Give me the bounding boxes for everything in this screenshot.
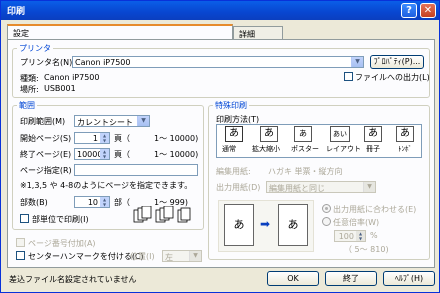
start-page-input[interactable]: 1 ▲ ▼	[74, 132, 110, 144]
position-select[interactable]: 左 ▼	[162, 250, 202, 262]
chevron-down-icon: ▼	[137, 116, 149, 126]
copies-label: 部数(B)	[20, 198, 48, 207]
print-range-value: カレントシート	[77, 118, 133, 127]
output-paper-value: 編集用紙と同じ	[269, 184, 325, 193]
title-bar: 印刷 ? ✕	[1, 1, 439, 20]
method-trim-label: ﾄﾝﾎﾞ	[398, 145, 412, 153]
output-paper-select[interactable]: 編集用紙と同じ ▼	[266, 181, 376, 193]
ok-button[interactable]: OK	[267, 271, 319, 286]
printer-name-label: プリンタ名(N)	[20, 58, 73, 67]
arbitrary-zoom-label: 任意倍率(W)	[333, 218, 380, 227]
fit-paper-radio[interactable]	[322, 204, 331, 213]
method-poster-icon[interactable]: あ	[294, 126, 312, 142]
close-button[interactable]: 終了	[325, 271, 377, 286]
merge-file-value: 設定されていません	[65, 275, 137, 284]
tab-details[interactable]: 詳細	[233, 26, 283, 39]
print-range-select[interactable]: カレントシート ▼	[74, 115, 150, 127]
arrow-right-icon: ➡	[260, 217, 271, 231]
end-page-label: 終了ページ(E)	[20, 150, 72, 159]
help-button[interactable]: ﾍﾙﾌﾟ(H)	[383, 271, 435, 286]
method-booklet-icon[interactable]: あ	[364, 126, 382, 142]
page-spec-label: ページ指定(R)	[20, 166, 72, 175]
method-trim-icon[interactable]: あ	[396, 126, 414, 142]
printer-select[interactable]: Canon iP7500 ▼	[72, 56, 364, 68]
zoom-value: 100	[338, 232, 354, 241]
position-value: 左	[165, 253, 173, 262]
settings-panel: プリンタ プリンタ名(N) Canon iP7500 ▼ ﾌﾟﾛﾊﾟﾃｨ(P).…	[7, 39, 435, 268]
close-title-button[interactable]: ✕	[420, 3, 436, 18]
fit-paper-label: 出力用紙に合わせる(E)	[333, 205, 417, 214]
copies-value: 10	[87, 198, 98, 207]
edit-paper-label: 編集用紙:	[216, 167, 251, 176]
method-scale-icon[interactable]: あ	[260, 126, 278, 142]
spinner-icon[interactable]: ▲ ▼	[100, 133, 109, 143]
page-number-label: ページ番号付加(A)	[28, 239, 96, 248]
method-poster-label: ポスター	[291, 145, 319, 153]
zoom-unit: %	[370, 231, 378, 240]
method-scale-label: 拡大縮小	[252, 145, 280, 153]
collate-label: 部単位で印刷(I)	[32, 215, 89, 224]
preview-output-page: あ	[278, 204, 308, 246]
tab-settings[interactable]: 設定	[7, 24, 233, 40]
arbitrary-zoom-radio[interactable]	[322, 217, 331, 226]
printer-type-value: Canon iP7500	[44, 73, 100, 82]
tab-settings-label: 設定	[13, 29, 29, 38]
position-label: 位置(I)	[130, 252, 155, 261]
method-normal-icon[interactable]: あ	[225, 126, 243, 142]
spinner-icon[interactable]: ▲ ▼	[100, 149, 109, 159]
help-title-button[interactable]: ?	[401, 3, 417, 18]
end-page-value: 10000	[77, 150, 103, 159]
zoom-input[interactable]: 100 ▲ ▼	[334, 230, 366, 242]
start-page-value: 1	[92, 134, 98, 143]
print-to-file-checkbox[interactable]	[344, 72, 353, 81]
end-page-input[interactable]: 10000 ▲ ▼	[74, 148, 110, 160]
start-page-label: 開始ページ(S)	[20, 134, 72, 143]
printer-location-value: USB001	[44, 84, 76, 93]
collate-checkbox[interactable]	[20, 214, 29, 223]
start-page-unit: 頁（	[114, 134, 130, 143]
center-mark-label: センターハンマークを付ける(C)	[28, 252, 144, 261]
print-to-file-label: ファイルへの出力(L)	[355, 73, 430, 82]
method-layout-icon[interactable]: あい	[330, 126, 350, 142]
window-title: 印刷	[7, 7, 26, 17]
printer-select-value: Canon iP7500	[75, 58, 131, 67]
page-number-checkbox[interactable]	[16, 238, 25, 247]
range-legend: 範囲	[19, 101, 35, 110]
start-page-range: 1～ 10000)	[154, 134, 199, 143]
center-mark-checkbox[interactable]	[16, 251, 25, 260]
preview-source-page: あ	[224, 204, 254, 246]
tab-details-label: 詳細	[239, 30, 255, 39]
chevron-down-icon: ▼	[351, 57, 363, 67]
print-method-list	[216, 124, 422, 158]
spinner-icon[interactable]: ▲ ▼	[100, 197, 109, 207]
method-layout-label: レイアウト	[326, 145, 361, 153]
print-range-label: 印刷範囲(M)	[20, 117, 66, 126]
dialog-footer: 差込ファイル名: 設定されていません OK 終了 ﾍﾙﾌﾟ(H)	[1, 268, 439, 292]
copies-unit: 部（	[114, 198, 130, 207]
collate-pages-icon	[132, 205, 192, 226]
page-spec-input[interactable]	[74, 164, 198, 176]
method-booklet-label: 冊子	[366, 145, 380, 153]
print-dialog: 印刷 ? ✕ 設定 詳細 プリンタ プリンタ名(N) Canon iP7500 …	[0, 0, 440, 293]
edit-paper-value: ハガキ 単票・縦方向	[268, 167, 343, 176]
printer-type-label: 種類:	[20, 74, 39, 83]
merge-file-label: 差込ファイル名:	[9, 275, 68, 284]
method-normal-label: 通常	[222, 145, 236, 153]
end-page-range: 1～ 10000)	[154, 150, 199, 159]
printer-location-label: 場所:	[20, 85, 39, 94]
end-page-unit: 頁（	[114, 150, 130, 159]
chevron-down-icon: ▼	[189, 251, 201, 261]
output-paper-label: 出力用紙(D)	[216, 183, 261, 192]
chevron-down-icon: ▼	[363, 182, 375, 192]
page-spec-hint: ※1,3,5 や 4-8のようにページを指定できます。	[20, 181, 193, 190]
properties-button[interactable]: ﾌﾟﾛﾊﾟﾃｨ(P)...	[370, 55, 424, 69]
spinner-icon[interactable]: ▲ ▼	[356, 231, 365, 241]
special-print-legend: 特殊印刷	[215, 101, 247, 110]
printer-legend: プリンタ	[19, 44, 51, 53]
zoom-range: （ 5～ 810)	[344, 245, 389, 254]
copies-input[interactable]: 10 ▲ ▼	[74, 196, 110, 208]
